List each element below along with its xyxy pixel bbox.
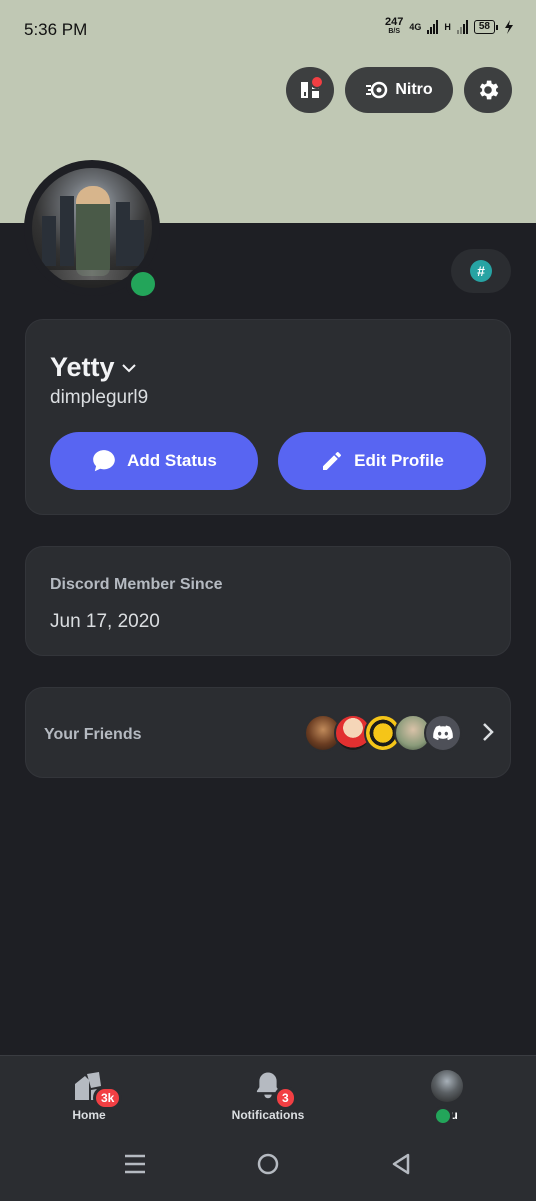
status-bar: 5:36 PM 247 B/S 4G H 58 (0, 0, 536, 58)
notification-dot (310, 75, 324, 89)
friends-title: Your Friends (44, 726, 142, 743)
add-status-button[interactable]: Add Status (50, 432, 258, 490)
clock: 5:36 PM (24, 20, 88, 39)
nav-notifications[interactable]: 3 Notifications (208, 1070, 328, 1122)
status-icons: 247 B/S 4G H 58 (385, 16, 514, 36)
online-status-icon (433, 1106, 453, 1126)
home-circle-icon[interactable] (256, 1152, 280, 1176)
chevron-right-icon (483, 723, 494, 741)
settings-button[interactable] (464, 67, 512, 113)
nav-home-label: Home (72, 1108, 106, 1122)
network-type: 4G (409, 21, 422, 32)
nitro-label: Nitro (395, 81, 433, 98)
back-icon[interactable] (390, 1152, 412, 1176)
speech-bubble-icon (93, 450, 115, 472)
signal-icon (427, 20, 439, 34)
home-badge: 3k (93, 1086, 123, 1110)
member-since-title: Discord Member Since (50, 576, 223, 593)
discord-logo-icon (433, 725, 453, 741)
shop-button[interactable] (286, 67, 334, 113)
signal-icon-2 (456, 20, 468, 34)
you-avatar (431, 1070, 463, 1102)
charging-icon (505, 20, 513, 34)
member-since-date: Jun 17, 2020 (50, 611, 160, 632)
nitro-icon (366, 81, 388, 99)
friends-card[interactable]: Your Friends (25, 687, 511, 778)
hashtag-icon: # (470, 260, 492, 282)
display-name: Yetty (50, 352, 115, 382)
tags-button[interactable]: # (451, 249, 511, 293)
edit-profile-button[interactable]: Edit Profile (278, 432, 486, 490)
profile-card: Yetty dimplegurl9 Add Status Edit Profil… (25, 319, 511, 515)
battery-icon: 58 (473, 20, 498, 34)
system-nav-bar (0, 1140, 536, 1190)
menu-icon[interactable] (124, 1152, 146, 1176)
nitro-button[interactable]: Nitro (345, 67, 453, 113)
network-speed: 247 B/S (385, 16, 404, 36)
username: dimplegurl9 (50, 387, 149, 408)
pencil-icon (323, 452, 342, 470)
member-since-card: Discord Member Since Jun 17, 2020 (25, 546, 511, 656)
gear-icon (479, 80, 499, 100)
notifications-badge: 3 (274, 1086, 297, 1110)
chevron-down-icon (121, 363, 136, 372)
online-status-icon (126, 267, 160, 301)
nav-notifications-label: Notifications (231, 1108, 305, 1122)
nav-you[interactable]: You (387, 1070, 507, 1126)
display-name-row[interactable]: Yetty (50, 352, 137, 383)
network-type-2: H (444, 21, 451, 32)
nav-home[interactable]: 3k Home (29, 1070, 149, 1122)
discord-avatar (424, 714, 462, 752)
